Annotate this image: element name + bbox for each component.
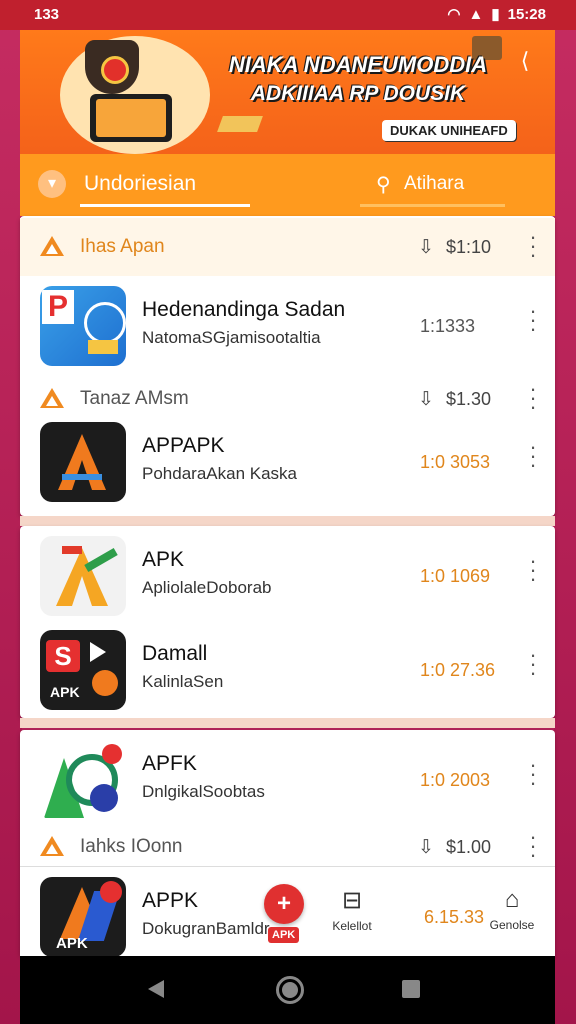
category-label: Iahks IOonn <box>80 836 183 857</box>
download-icon: ⇩ <box>418 837 434 858</box>
category-price: $1.30 <box>446 389 492 409</box>
back-icon[interactable] <box>148 980 164 998</box>
green-c-icon <box>40 740 126 820</box>
warning-icon-inner <box>46 244 58 254</box>
app-name: Damall <box>142 642 208 665</box>
language-icon[interactable]: ▾ <box>38 170 66 198</box>
more-options-icon[interactable]: · · · <box>528 754 538 794</box>
category-price: $1:10 <box>446 237 492 257</box>
app-size: 1:0 3053 <box>420 452 491 472</box>
system-nav-bar <box>20 956 555 1024</box>
section-divider <box>20 718 555 728</box>
tab-bar: ▾ Undoriesian ⚲ Atihara <box>20 154 555 216</box>
share-icon[interactable]: ⟨ <box>512 48 538 74</box>
signal-icon: ▲ <box>468 5 484 23</box>
category-row[interactable]: Ihas Apan ⇩ $1:10 · · · <box>20 218 555 276</box>
tab-search[interactable]: Atihara <box>404 173 464 195</box>
nav-item-kelellot[interactable]: ⊟ Kelellot <box>324 886 380 933</box>
more-options-icon[interactable]: · · · <box>528 826 538 866</box>
more-options-icon[interactable]: · · · <box>528 644 538 684</box>
promo-banner[interactable]: NIAKA NDANEUMODDIA ADKIIIAA RP DOUSIK DU… <box>20 30 555 154</box>
app-name: APPK <box>142 889 199 912</box>
app-row[interactable]: APFK DnlgikalSoobtas 1:0 2003 · · · <box>20 730 555 830</box>
pay-icon: P <box>40 286 126 366</box>
nav-label: Genolse <box>489 918 535 932</box>
nav-item-genolse[interactable]: ⌂ Genolse <box>484 886 540 932</box>
warning-icon-inner <box>46 396 58 406</box>
recent-icon[interactable] <box>402 980 420 998</box>
banner-title-line2: ADKIIIAA RP DOUSIK <box>250 82 466 105</box>
status-time-right: 15:28 <box>507 5 546 23</box>
app-subtitle: NatomaSGjamisootaltia <box>142 328 321 347</box>
more-options-icon[interactable]: · · · <box>528 378 538 418</box>
app-size: 1:0 1069 <box>420 566 491 586</box>
more-options-icon[interactable]: · · · <box>528 550 538 590</box>
tab-language-indicator <box>80 204 250 207</box>
app-size: 6.15.33 <box>424 907 485 927</box>
app-row[interactable]: APPAPK PohdaraAkan Kaska 1:0 3053 · · · <box>20 412 555 512</box>
apk-a-light-icon <box>40 536 126 616</box>
background-right <box>554 0 576 1024</box>
sapk-icon: S APK <box>40 630 126 710</box>
list-icon: ⊟ <box>341 887 363 914</box>
app-subtitle: DokugranBamldr <box>142 919 270 938</box>
app-name: Hedenandinga Sadan <box>142 298 346 321</box>
app-size: 1:0 27.36 <box>420 660 496 680</box>
banner-title-line1: NIAKA NDANEUMODDIA <box>228 52 488 77</box>
app-name: APK <box>142 548 185 571</box>
background-left <box>0 0 22 1024</box>
app-row[interactable]: S APK Damall KalinlaSen 1:0 27.36 · · · <box>20 620 555 720</box>
search-icon[interactable]: ⚲ <box>376 172 391 197</box>
add-apk-button[interactable]: + <box>264 884 304 924</box>
apk-dark-icon: APK <box>40 877 126 957</box>
home-icon-inner <box>282 982 298 998</box>
app-subtitle: PohdaraAkan Kaska <box>142 464 297 483</box>
tab-search-indicator <box>360 204 505 207</box>
tablet-screen <box>96 99 166 137</box>
fab-label: APK <box>268 927 300 943</box>
more-options-icon[interactable]: · · · <box>528 300 538 340</box>
app-row[interactable]: P Hedenandinga Sadan NatomaSGjamisootalt… <box>20 276 555 376</box>
more-options-icon[interactable]: · · · <box>528 226 538 266</box>
banner-badge-button[interactable]: DUKAK UNIHEAFD <box>382 120 516 141</box>
app-size: 1:0 2003 <box>420 770 491 790</box>
nav-label: Kelellot <box>332 919 372 933</box>
app-row[interactable]: APK ApliolaleDoborab 1:0 1069 · · · <box>20 526 555 626</box>
card-icon <box>217 116 263 132</box>
status-bar: 133 ◠ ▲ ▮ 15:28 <box>0 0 576 30</box>
status-time-left: 133 <box>34 6 60 23</box>
app-name: APPAPK <box>142 434 225 457</box>
app-subtitle: ApliolaleDoborab <box>142 578 272 597</box>
section-divider <box>20 516 555 526</box>
app-subtitle: KalinlaSen <box>142 672 224 691</box>
apk-a-dark-icon <box>40 422 126 502</box>
app-name: APFK <box>142 752 197 775</box>
home-nav-icon: ⌂ <box>504 886 520 913</box>
tab-language[interactable]: Undoriesian <box>84 172 196 196</box>
category-price: $1.00 <box>446 837 492 857</box>
download-icon: ⇩ <box>418 389 434 410</box>
app-subtitle: DnlgikalSoobtas <box>142 782 265 801</box>
more-options-icon[interactable]: · · · <box>528 436 538 476</box>
warning-icon-inner <box>46 844 58 854</box>
battery-icon: ▮ <box>491 6 500 23</box>
download-icon: ⇩ <box>418 237 434 258</box>
shield-emblem-icon <box>101 56 129 84</box>
category-label: Ihas Apan <box>80 236 165 257</box>
app-size: 1:1333 <box>420 316 476 336</box>
wifi-icon: ◠ <box>447 6 461 23</box>
status-icons: ◠ ▲ ▮ 15:28 <box>447 5 546 24</box>
category-label: Tanaz AMsm <box>80 388 189 409</box>
